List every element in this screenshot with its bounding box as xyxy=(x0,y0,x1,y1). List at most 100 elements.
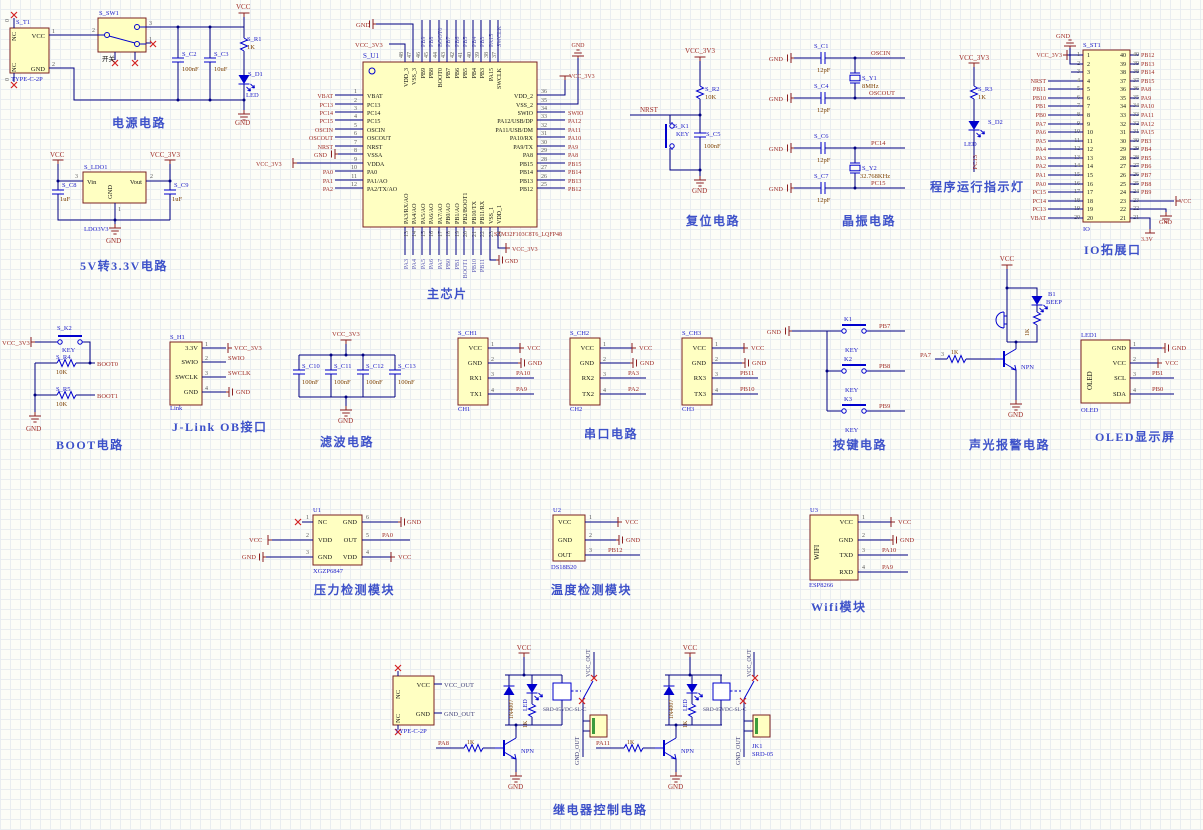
pressure-module-caption: 压力检测模块 xyxy=(314,582,395,597)
temperature-module-text: GND xyxy=(558,537,572,544)
pressure-module-text: 5 xyxy=(366,533,369,539)
ldo-circuit-text: 1uF xyxy=(60,196,71,203)
main-chip-text: VSS_3 xyxy=(412,68,418,85)
run-indicator-caption: 程序运行指示灯 xyxy=(930,179,1025,194)
io-header-text: 2 xyxy=(1087,62,1090,68)
main-chip-text: PA8 xyxy=(523,153,533,159)
temperature-module-text: 2 xyxy=(589,533,592,539)
power-circuit-text: 10uF xyxy=(214,66,228,73)
pressure-module-text: NC xyxy=(318,519,327,526)
serial-circuit-text: PB11 xyxy=(740,370,754,377)
main-chip-text: 13 xyxy=(404,231,410,237)
pressure-module-text: 6 xyxy=(366,515,369,521)
reset-circuit-text: KEY xyxy=(676,131,690,138)
boot-circuit-text: KEY xyxy=(62,347,76,354)
ldo-circuit-text: VCC xyxy=(50,151,65,159)
io-header-text: 32 xyxy=(1120,122,1126,128)
io-header-text: 11 xyxy=(1087,139,1093,145)
relay-control-text: LED xyxy=(683,699,689,711)
crystal-circuit-text: 12pF xyxy=(817,197,831,204)
power-circuit-text: S_R1 xyxy=(247,36,261,43)
filter-circuit-caption: 滤波电路 xyxy=(320,434,374,449)
io-header-text: PA9 xyxy=(1141,96,1151,102)
io-header-text: PB1 xyxy=(1036,104,1046,110)
io-header-text: PA7 xyxy=(1036,122,1046,128)
schematic-canvas: S_T1 NC NC VCC GND 0 0 1 2 TYPE-C-2P S_SW1 开关 2 3 1 VCC… xyxy=(0,0,1203,830)
io-header-text: 21 xyxy=(1133,215,1139,221)
serial-circuit-text: VCC xyxy=(581,345,594,352)
relay-control-text: SRD-05VDC-SL-C xyxy=(703,707,747,713)
relay-control-caption: 继电器控制电路 xyxy=(553,802,648,817)
crystal-circuit-text: GND xyxy=(769,186,783,193)
io-header-text: 27 xyxy=(1120,164,1126,170)
main-chip-text: 14 xyxy=(412,231,418,237)
main-chip-text: SWCLK xyxy=(497,67,503,89)
io-header-text: PB15 xyxy=(1141,79,1154,85)
oled-display-text: VCC xyxy=(1113,360,1126,367)
io-header-text: 30 xyxy=(1120,139,1126,145)
filter-circuit-graphics xyxy=(292,339,402,417)
serial-circuit-text: TX1 xyxy=(470,391,482,398)
ldo-circuit-labels: VCC S_C8 1uF S_LDO1 Vin Vout GND 3 2 1 LDO3V3 VCC_3… xyxy=(50,151,188,273)
ldo-circuit-graphics xyxy=(51,159,177,235)
main-chip-text: 12 xyxy=(351,182,357,188)
pressure-module-text: 3 xyxy=(306,550,309,556)
power-circuit-text: 100nF xyxy=(182,66,199,73)
wifi-module-text: PA9 xyxy=(882,564,893,571)
key-circuit-text: PB9 xyxy=(879,403,890,410)
io-header-text: PA0 xyxy=(1036,182,1046,188)
power-circuit-text: S_C3 xyxy=(214,51,228,58)
serial-circuit-text: PA10 xyxy=(516,370,530,377)
power-circuit-text: NC xyxy=(11,63,18,72)
main-chip-text: PA4 xyxy=(412,259,418,269)
crystal-circuit-text: S_Y1 xyxy=(862,75,877,82)
oled-display-text: VCC xyxy=(1165,360,1178,367)
main-chip-text: PC15 xyxy=(367,119,380,125)
io-header-text: 24 xyxy=(1120,190,1126,196)
io-header-text: 1 xyxy=(1077,52,1080,58)
main-chip-text: 4 xyxy=(354,114,357,120)
serial-circuit-text: VCC xyxy=(751,345,764,352)
pressure-module-text: GND xyxy=(407,519,421,526)
io-header-text: 17 xyxy=(1074,189,1080,195)
io-header-text: 39 xyxy=(1133,61,1139,67)
jlink-ob-text: 3 xyxy=(205,371,208,377)
io-header-text: 11 xyxy=(1074,138,1080,144)
main-chip-text: PA15 xyxy=(489,34,495,47)
filter-circuit-labels: VCC_3V3 S_C10 100nF S_C11 100nF S_C12 100nF S_C… xyxy=(302,331,416,449)
run-indicator-text: VCC_3V3 xyxy=(959,54,989,62)
main-chip-text: 20 xyxy=(463,231,469,237)
serial-circuit-text: S_CH3 xyxy=(682,330,701,337)
main-chip-text: PB10 xyxy=(472,259,478,272)
pressure-module-text: U1 xyxy=(313,507,321,514)
power-circuit-text: LED xyxy=(246,92,259,99)
ldo-circuit-text: GND xyxy=(106,237,121,245)
jlink-ob-text: 1 xyxy=(205,342,208,348)
ldo-circuit-caption: 5V转3.3V电路 xyxy=(80,258,168,273)
relay-control-text: 1N4007 xyxy=(669,700,675,719)
reset-circuit-text: 10K xyxy=(705,94,717,101)
io-header-text: PB9 xyxy=(1141,190,1151,196)
main-chip-text: BOOT0 xyxy=(438,68,444,87)
temperature-module-text: VCC xyxy=(558,519,571,526)
main-chip-text: 17 xyxy=(438,231,444,237)
boot-circuit-labels: VCC_3V3 S_K2 KEYS_R4 10K BOOT0 S_R5 10K BOOT1 GN… xyxy=(2,325,122,452)
ldo-circuit-text: Vin xyxy=(87,179,97,186)
ldo-circuit-text: GND xyxy=(107,185,114,199)
crystal-circuit-text: S_C6 xyxy=(814,133,829,140)
io-header-text: 18 xyxy=(1087,199,1093,205)
io-header-text: 15 xyxy=(1074,172,1080,178)
io-header-text: 7 xyxy=(1077,103,1080,109)
relay-control-text: NC xyxy=(395,690,402,699)
io-header-text: S_ST1 xyxy=(1083,42,1101,49)
run-indicator-text: 1K xyxy=(978,94,986,101)
main-chip-text: OSCIN xyxy=(315,128,334,134)
main-chip-text: PB2/BOOT1 xyxy=(463,193,469,224)
reset-circuit-text: GND xyxy=(692,187,707,195)
io-header-text: VBAT xyxy=(1030,216,1046,222)
main-chip-text: VBAT xyxy=(367,94,383,100)
main-chip-text: PB3 xyxy=(480,37,486,47)
ldo-circuit-text: 3 xyxy=(75,174,78,180)
crystal-circuit-text: S_C1 xyxy=(814,43,828,50)
filter-circuit-text: 100nF xyxy=(302,379,319,386)
